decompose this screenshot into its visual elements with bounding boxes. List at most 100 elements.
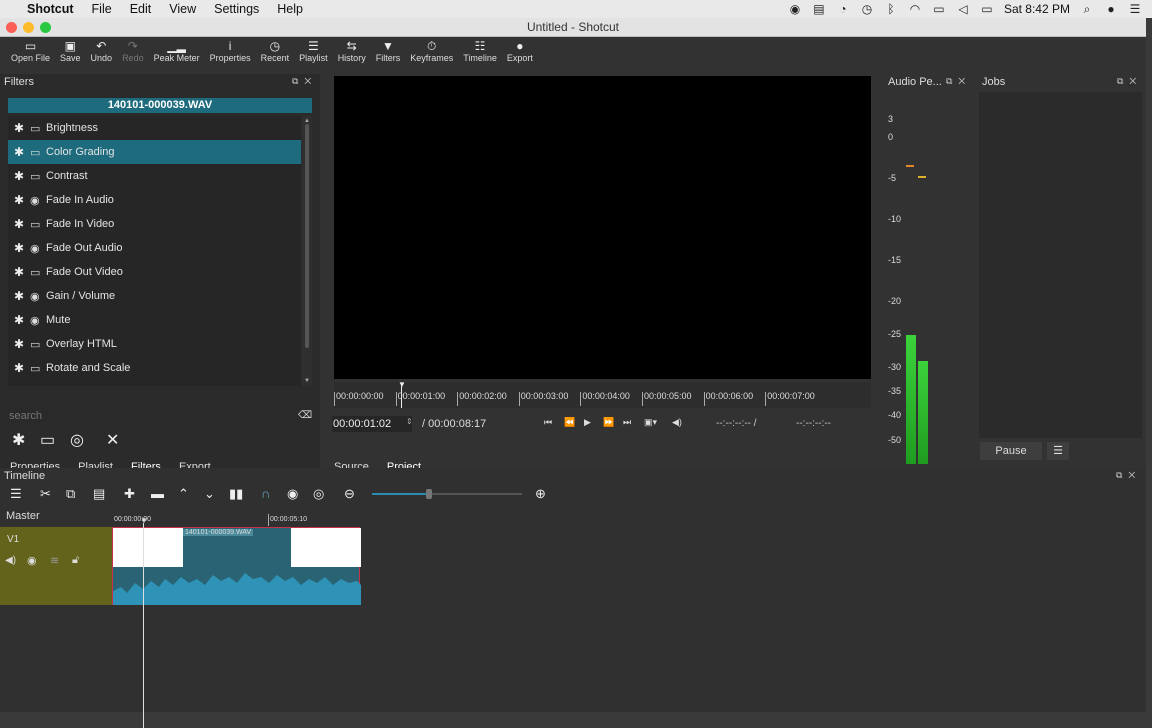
- pause-jobs-button[interactable]: Pause: [980, 442, 1042, 460]
- rss-icon[interactable]: ◔: [836, 3, 850, 15]
- jobs-menu-button[interactable]: ☰: [1047, 442, 1069, 460]
- favorite-star-icon[interactable]: ✱: [8, 145, 30, 159]
- remove-filter-icon[interactable]: ✕: [106, 430, 119, 450]
- filter-item[interactable]: ✱ ◉ Fade In Audio: [8, 188, 301, 212]
- favorite-star-icon[interactable]: ✱: [8, 313, 30, 327]
- audio-meter-dock-buttons[interactable]: ⧉✕: [946, 76, 971, 87]
- notification-center-icon[interactable]: ☰: [1128, 3, 1142, 15]
- favorite-star-icon[interactable]: ✱: [8, 265, 30, 279]
- zoom-icon[interactable]: ▣▾: [644, 417, 657, 428]
- skip-to-start-button[interactable]: ⏮: [544, 417, 552, 428]
- overwrite-icon[interactable]: ⌄: [204, 486, 215, 502]
- filter-item[interactable]: ✱ ◉ Gain / Volume: [8, 284, 301, 308]
- filter-item[interactable]: ✱ ▭ Rotate and Scale: [8, 356, 301, 380]
- filter-list[interactable]: ✱ ▭ Brightness ✱ ▭ Color Grading ✱ ▭ Contrast ✱ ◉ F…: [8, 116, 301, 386]
- timeline-playhead[interactable]: [143, 523, 144, 728]
- timeline-ruler[interactable]: 00:00:00:00 00:00:05:10: [112, 508, 360, 526]
- fast-forward-button[interactable]: ⏩: [603, 417, 614, 428]
- battery-icon[interactable]: ▭: [980, 3, 994, 15]
- siri-icon[interactable]: ●: [1104, 3, 1118, 15]
- spotlight-icon[interactable]: ⌕: [1080, 3, 1094, 15]
- redo-button[interactable]: ↷ Redo: [117, 37, 149, 63]
- export-button[interactable]: ● Export: [502, 37, 538, 63]
- undo-button[interactable]: ↶ Undo: [86, 37, 118, 63]
- timeline-menu-icon[interactable]: ☰: [10, 486, 22, 502]
- timeline-dock-buttons[interactable]: ⧉✕: [1116, 470, 1141, 481]
- player-ruler[interactable]: ▼ 00:00:00:00 00:00:01:00 00:00:02:00 00:00…: [334, 381, 871, 408]
- filter-item[interactable]: ✱ ◉ Fade Out Audio: [8, 236, 301, 260]
- add-favorite-filter-icon[interactable]: ✱: [12, 430, 25, 450]
- play-button[interactable]: ▶: [584, 417, 591, 428]
- history-button[interactable]: ⇆ History: [333, 37, 371, 63]
- zoom-out-icon[interactable]: ⊖: [344, 486, 355, 502]
- lift-icon[interactable]: ⌃: [178, 486, 189, 502]
- mute-track-icon[interactable]: ◀): [5, 555, 16, 566]
- cut-icon[interactable]: ✂: [40, 486, 51, 502]
- document-icon[interactable]: ▤: [812, 3, 826, 15]
- menu-file[interactable]: File: [83, 2, 121, 16]
- playhead-marker-icon[interactable]: ▼: [140, 516, 148, 525]
- zoom-window-button[interactable]: [40, 22, 51, 33]
- filter-item[interactable]: ✱ ▭ Fade In Video: [8, 212, 301, 236]
- time-machine-icon[interactable]: ◷: [860, 3, 874, 15]
- menubar-clock[interactable]: Sat 8:42 PM: [1004, 2, 1070, 16]
- player-volume-icon[interactable]: ◀): [672, 417, 682, 428]
- video-preview[interactable]: [334, 76, 871, 379]
- favorite-star-icon[interactable]: ✱: [8, 289, 30, 303]
- filter-item[interactable]: ✱ ◉ Mute: [8, 308, 301, 332]
- track-header-v1[interactable]: V1 ◀) ◉ ≋ 🔓︎: [0, 527, 112, 605]
- clear-search-icon[interactable]: ⌫: [298, 410, 312, 422]
- favorite-star-icon[interactable]: ✱: [8, 193, 30, 207]
- add-audio-filter-icon[interactable]: ◎: [70, 430, 84, 450]
- split-icon[interactable]: ▮▮: [229, 486, 243, 502]
- add-video-filter-icon[interactable]: ▭: [40, 430, 55, 450]
- playlist-button[interactable]: ☰ Playlist: [294, 37, 333, 63]
- ripple-delete-icon[interactable]: ▬: [151, 486, 164, 501]
- volume-icon[interactable]: ◁: [956, 3, 970, 15]
- rewind-button[interactable]: ⏪: [564, 417, 575, 428]
- favorite-star-icon[interactable]: ✱: [8, 337, 30, 351]
- menu-settings[interactable]: Settings: [205, 2, 268, 16]
- filter-item[interactable]: ✱ ▭ Overlay HTML: [8, 332, 301, 356]
- timeline-button[interactable]: ☷ Timeline: [458, 37, 502, 63]
- menu-edit[interactable]: Edit: [121, 2, 161, 16]
- close-window-button[interactable]: [6, 22, 17, 33]
- zoom-in-icon[interactable]: ⊕: [535, 486, 546, 502]
- favorite-star-icon[interactable]: ✱: [8, 361, 30, 375]
- jobs-dock-buttons[interactable]: ⧉✕: [1117, 76, 1142, 87]
- snap-icon[interactable]: ∩: [261, 486, 270, 501]
- filter-item[interactable]: ✱ ▭ Contrast: [8, 164, 301, 188]
- copy-icon[interactable]: ⧉: [66, 486, 75, 502]
- filter-list-scrollbar[interactable]: ▲ ▼: [302, 116, 312, 386]
- favorite-star-icon[interactable]: ✱: [8, 121, 30, 135]
- timecode-field[interactable]: 00:00:01:02: [332, 416, 412, 432]
- favorite-star-icon[interactable]: ✱: [8, 241, 30, 255]
- composite-icon[interactable]: ≋: [50, 554, 59, 567]
- append-icon[interactable]: ✚: [124, 486, 135, 502]
- timecode-stepper-icon[interactable]: ⇕: [406, 417, 413, 426]
- favorite-star-icon[interactable]: ✱: [8, 169, 30, 183]
- wifi-icon[interactable]: ◠: [908, 3, 922, 15]
- filters-dock-buttons[interactable]: ⧉✕: [292, 76, 317, 87]
- menu-app-name[interactable]: Shotcut: [18, 2, 83, 16]
- open-file-button[interactable]: ▭ Open File: [6, 37, 55, 63]
- jobs-list[interactable]: [979, 92, 1142, 438]
- save-button[interactable]: ▣ Save: [55, 37, 86, 63]
- filter-item[interactable]: ✱ ▭ Fade Out Video: [8, 260, 301, 284]
- ripple-icon[interactable]: ◎: [313, 486, 324, 502]
- filter-item[interactable]: ✱ ▭ Brightness: [8, 116, 301, 140]
- hide-track-icon[interactable]: ◉: [27, 554, 37, 567]
- paste-icon[interactable]: ▤: [93, 486, 105, 502]
- favorite-star-icon[interactable]: ✱: [8, 217, 30, 231]
- record-icon[interactable]: ◉: [788, 3, 802, 15]
- zoom-slider[interactable]: [372, 489, 522, 499]
- filter-search-input[interactable]: [6, 408, 296, 424]
- minimize-window-button[interactable]: [23, 22, 34, 33]
- menu-view[interactable]: View: [160, 2, 205, 16]
- bluetooth-icon[interactable]: ᛒ: [884, 3, 898, 15]
- properties-button[interactable]: i Properties: [205, 37, 256, 63]
- recent-button[interactable]: ◷ Recent: [256, 37, 295, 63]
- keyframes-button[interactable]: ⏱ Keyframes: [405, 37, 458, 63]
- airplay-icon[interactable]: ▭: [932, 3, 946, 15]
- zoom-slider-handle[interactable]: [426, 489, 432, 499]
